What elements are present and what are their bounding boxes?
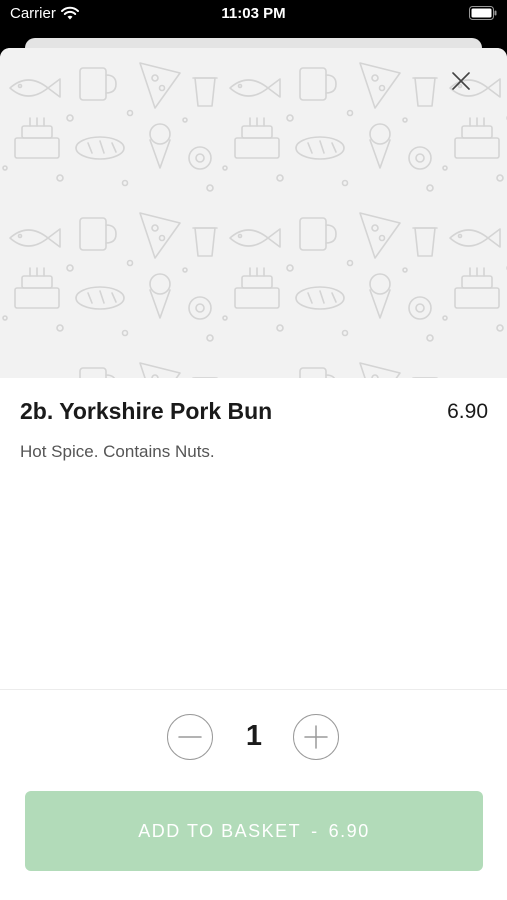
product-description: Hot Spice. Contains Nuts. <box>20 442 215 461</box>
status-time: 11:03 PM <box>221 5 286 22</box>
minus-icon <box>178 736 202 738</box>
plus-icon <box>304 725 328 749</box>
product-sheet: 2b. Yorkshire Pork Bun 6.90 Hot Spice. C… <box>0 48 507 900</box>
food-doodle-pattern <box>0 48 507 378</box>
add-to-basket-price: 6.90 <box>328 820 370 841</box>
close-icon <box>452 72 470 90</box>
add-to-basket-label: ADD TO BASKET <box>138 820 302 841</box>
close-button[interactable] <box>446 66 476 96</box>
order-panel: 1 ADD TO BASKET - 6.90 <box>0 689 507 900</box>
product-name: 2b. Yorkshire Pork Bun <box>20 398 273 424</box>
add-to-basket-separator: - <box>311 820 319 841</box>
add-to-basket-button[interactable]: ADD TO BASKET - 6.90 <box>25 791 483 871</box>
increase-quantity-button[interactable] <box>293 714 339 760</box>
product-image <box>0 48 507 378</box>
decrease-quantity-button[interactable] <box>167 714 213 760</box>
status-bar: Carrier 11:03 PM <box>0 0 507 32</box>
battery-icon <box>469 6 497 20</box>
quantity-value: 1 <box>245 720 263 752</box>
product-price: 6.90 <box>447 400 488 423</box>
